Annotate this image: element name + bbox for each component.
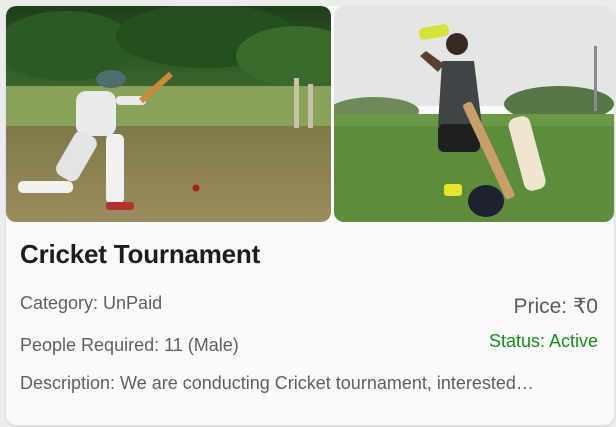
- event-description: Description: We are conducting Cricket t…: [20, 373, 534, 393]
- cricket-batsman-photo[interactable]: [6, 6, 331, 222]
- event-photos: [6, 6, 614, 222]
- event-price: Price: ₹0: [513, 295, 598, 318]
- event-card[interactable]: Cricket Tournament Category: UnPaid Pric…: [6, 6, 614, 425]
- status-label: Status: Active: [488, 331, 598, 351]
- cricketer-drinking-photo[interactable]: [334, 6, 614, 222]
- event-category: Category: UnPaid: [20, 293, 163, 313]
- event-title: Cricket Tournament: [20, 239, 261, 269]
- people-required: People Required: 11 (Male): [20, 335, 239, 355]
